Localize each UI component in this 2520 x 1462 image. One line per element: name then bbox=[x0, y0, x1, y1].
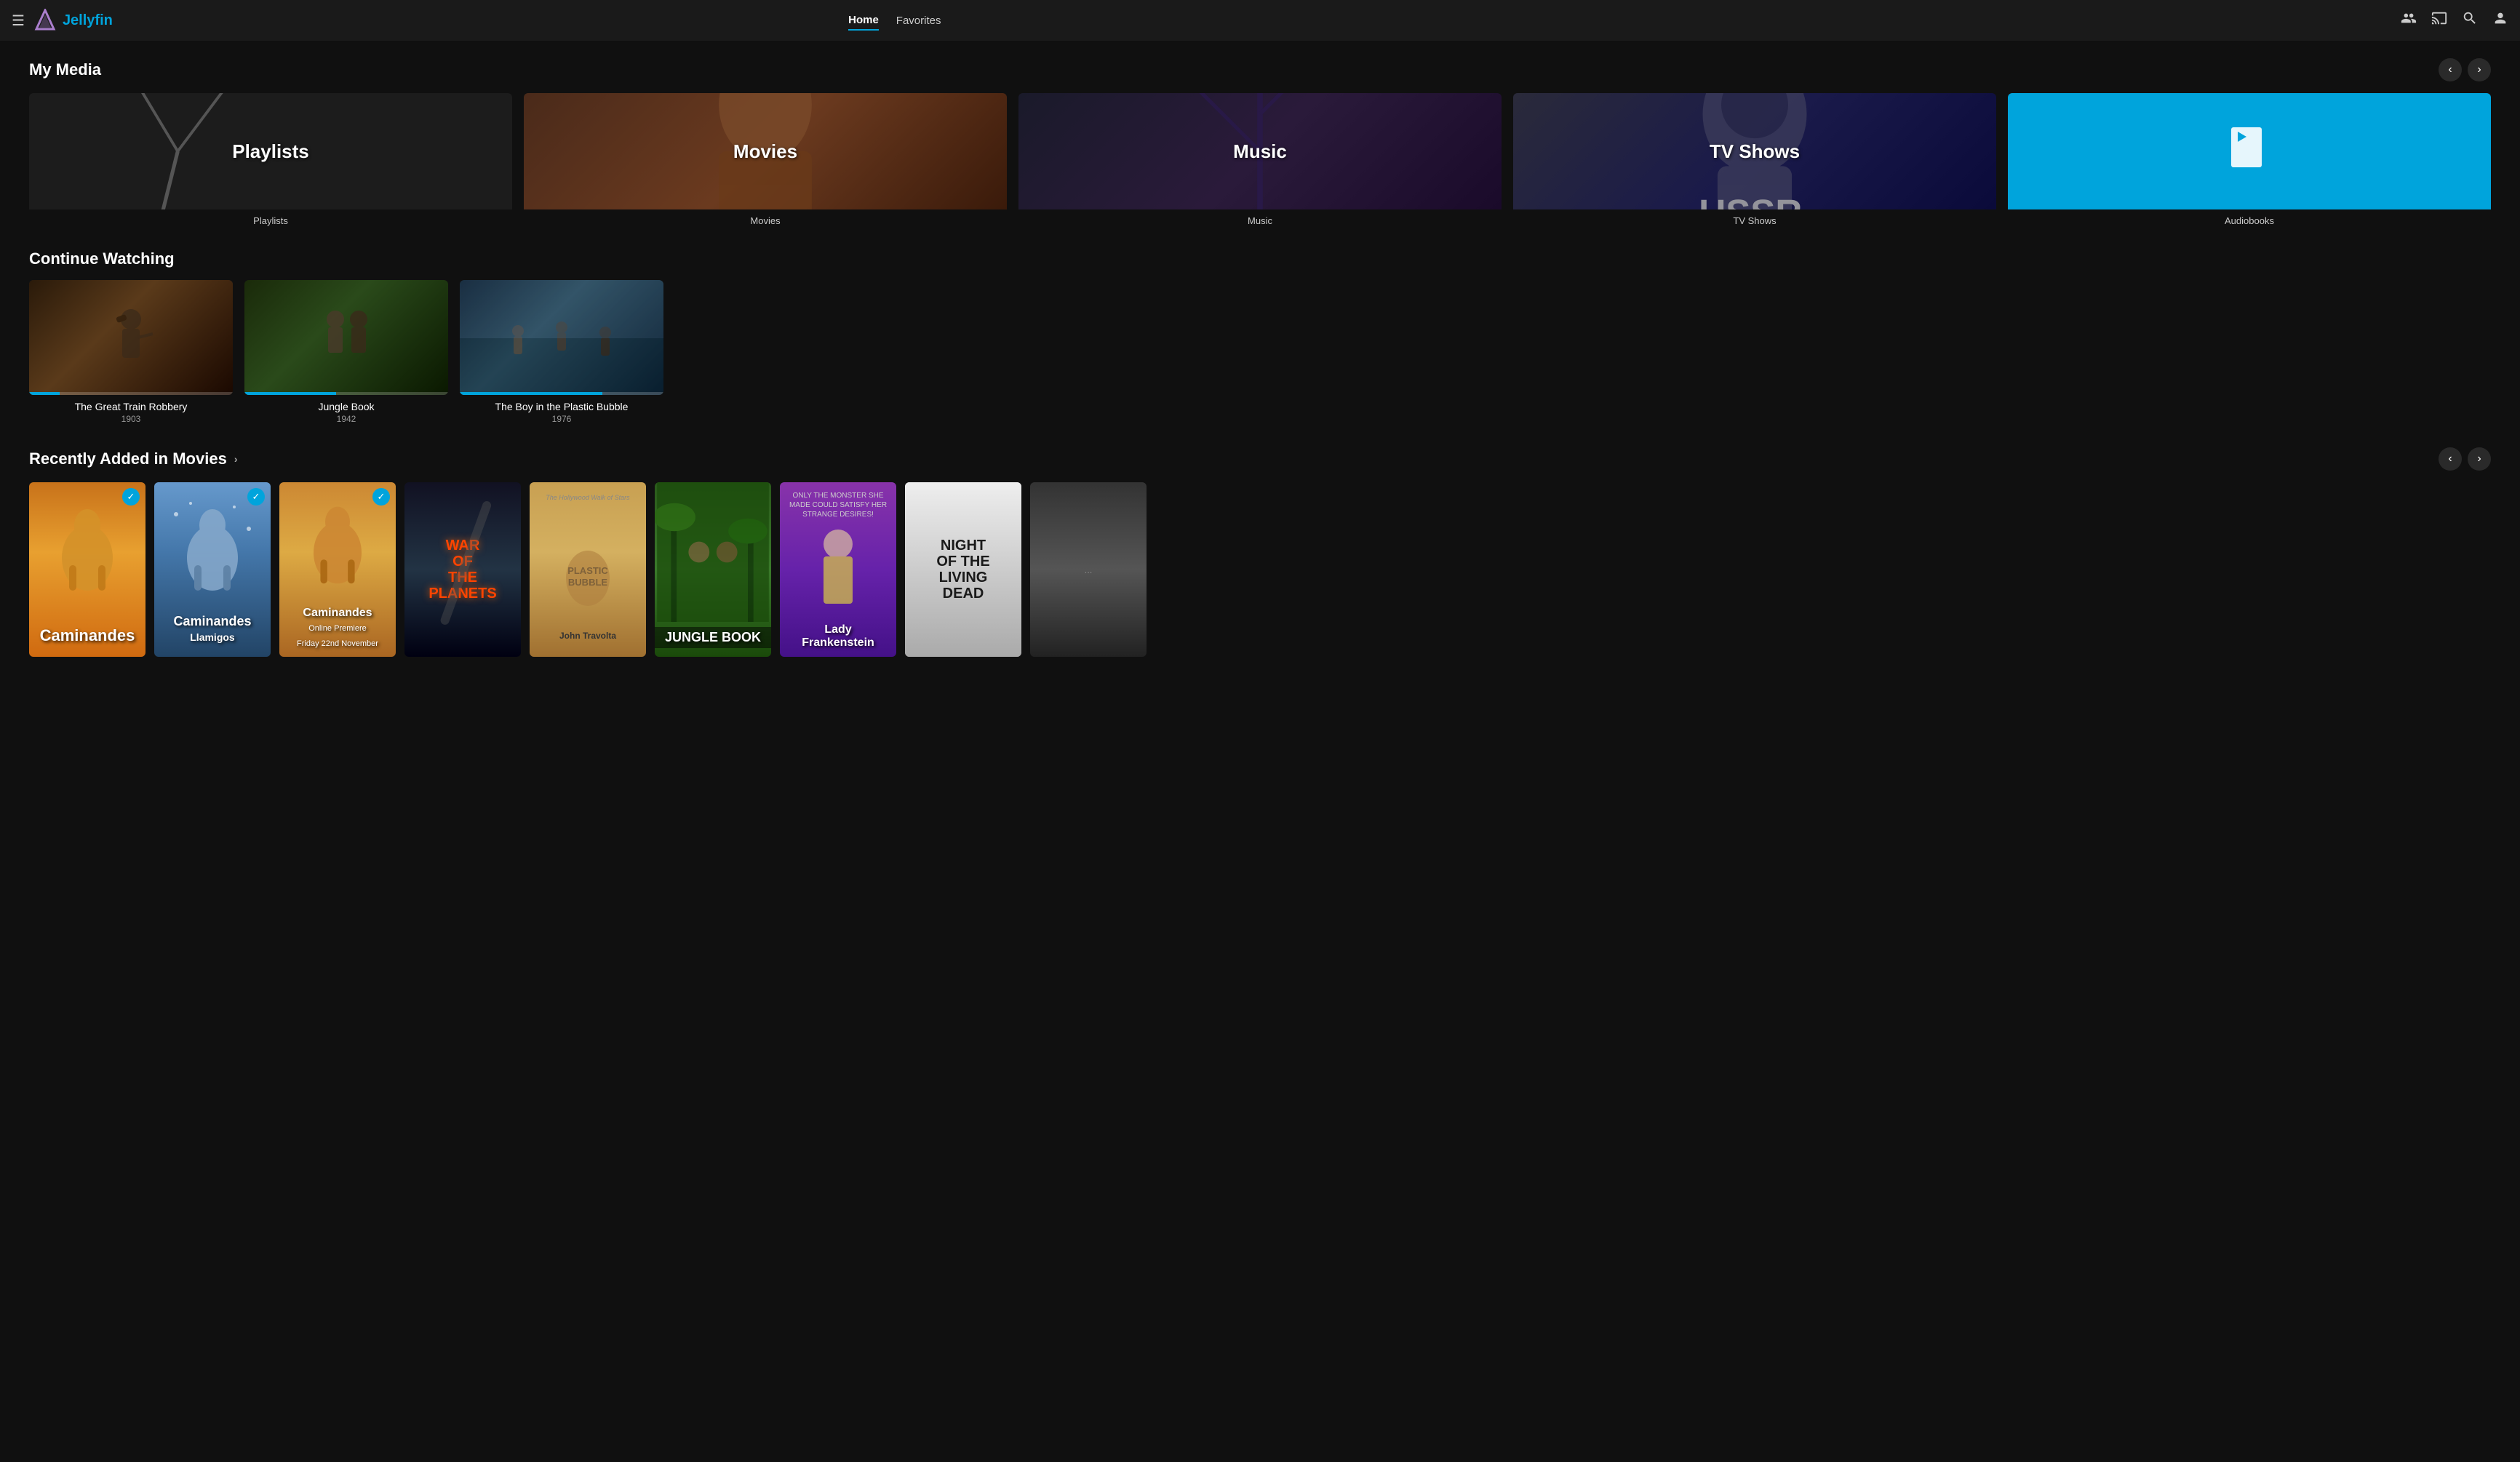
recently-added-prev-button[interactable]: ‹ bbox=[2439, 447, 2462, 471]
watching-title-train: The Great Train Robbery bbox=[29, 401, 233, 412]
logo-text: Jellyfin bbox=[63, 12, 113, 29]
recent-thumb-caminandes1: Caminandes ✓ bbox=[29, 482, 145, 657]
watching-card-train[interactable]: The Great Train Robbery 1903 bbox=[29, 280, 233, 424]
music-title: Music bbox=[1018, 215, 1502, 226]
recently-added-arrows: ‹ › bbox=[2439, 447, 2491, 471]
recent-card-jungle[interactable]: JUNGLE BOOK bbox=[655, 482, 771, 657]
movies-label: Movies bbox=[733, 140, 797, 163]
watching-card-bubble[interactable]: The Boy in the Plastic Bubble 1976 bbox=[460, 280, 663, 424]
recent-card-caminandes1[interactable]: Caminandes ✓ bbox=[29, 482, 145, 657]
recent-card-caminandes2[interactable]: CaminandesLlamigos ✓ bbox=[154, 482, 271, 657]
music-label: Music bbox=[1233, 140, 1287, 163]
recent-thumb-unknown: ... bbox=[1030, 482, 1147, 657]
users-icon[interactable] bbox=[2401, 10, 2417, 31]
watching-card-jungle[interactable]: Jungle Book 1942 bbox=[244, 280, 448, 424]
media-card-tvshows[interactable]: USSR TV Shows TV Shows bbox=[1513, 93, 1996, 226]
recent-card-night[interactable]: NIGHTOF THELIVINGDEAD bbox=[905, 482, 1021, 657]
progress-bar-jungle bbox=[244, 392, 448, 395]
header-nav: Home Favorites bbox=[848, 11, 941, 31]
my-media-section: My Media ‹ › bbox=[29, 58, 2491, 226]
media-card-music[interactable]: Music Music bbox=[1018, 93, 1502, 226]
recent-thumb-caminandes3: CaminandesOnline PremiereFriday 22nd Nov… bbox=[279, 482, 396, 657]
recently-added-title-link[interactable]: Recently Added in Movies › bbox=[29, 450, 237, 468]
my-media-arrows: ‹ › bbox=[2439, 58, 2491, 81]
recent-thumb-bubble: The Hollywood Walk of Stars PLASTICBUBBL… bbox=[530, 482, 646, 657]
recent-thumb-caminandes2: CaminandesLlamigos ✓ bbox=[154, 482, 271, 657]
recently-added-next-button[interactable]: › bbox=[2468, 447, 2491, 471]
my-media-prev-button[interactable]: ‹ bbox=[2439, 58, 2462, 81]
watching-thumb-train bbox=[29, 280, 233, 395]
media-card-movies[interactable]: Movies Movies bbox=[524, 93, 1007, 226]
recent-card-war[interactable]: WAROFTHEPLANETS bbox=[404, 482, 521, 657]
progress-bar-train bbox=[29, 392, 233, 395]
nav-favorites[interactable]: Favorites bbox=[896, 12, 941, 30]
recently-added-section: Recently Added in Movies › ‹ › Caminande… bbox=[29, 447, 2491, 657]
tvshows-label: TV Shows bbox=[1710, 140, 1800, 163]
playlists-title: Playlists bbox=[29, 215, 512, 226]
watching-thumb-jungle bbox=[244, 280, 448, 395]
watching-year-jungle: 1942 bbox=[244, 414, 448, 424]
my-media-next-button[interactable]: › bbox=[2468, 58, 2491, 81]
user-icon[interactable] bbox=[2492, 10, 2508, 31]
watching-year-bubble: 1976 bbox=[460, 414, 663, 424]
watching-title-bubble: The Boy in the Plastic Bubble bbox=[460, 401, 663, 412]
header-left: ☰ Jellyfin bbox=[12, 9, 113, 32]
checkmark-badge-cam1: ✓ bbox=[122, 488, 140, 506]
audiobooks-title: Audiobooks bbox=[2008, 215, 2491, 226]
playlists-label: Playlists bbox=[232, 140, 309, 163]
checkmark-badge-cam3: ✓ bbox=[372, 488, 390, 506]
main-content: My Media ‹ › bbox=[0, 41, 2520, 698]
continue-watching-title: Continue Watching bbox=[29, 249, 175, 268]
search-icon[interactable] bbox=[2462, 10, 2478, 31]
continue-watching-header: Continue Watching bbox=[29, 249, 2491, 268]
my-media-grid: Playlists Playlists Movies Movi bbox=[29, 93, 2491, 226]
jellyfin-logo-svg bbox=[33, 9, 57, 32]
recent-thumb-war: WAROFTHEPLANETS bbox=[404, 482, 521, 657]
recently-added-header: Recently Added in Movies › ‹ › bbox=[29, 447, 2491, 471]
watching-thumb-bubble bbox=[460, 280, 663, 395]
recent-card-caminandes3[interactable]: CaminandesOnline PremiereFriday 22nd Nov… bbox=[279, 482, 396, 657]
recent-card-lady[interactable]: ONLY THE MONSTER SHE MADE COULD SATISFY … bbox=[780, 482, 896, 657]
continue-watching-section: Continue Watching bbox=[29, 249, 2491, 424]
checkmark-badge-cam2: ✓ bbox=[247, 488, 265, 506]
header-right bbox=[2401, 10, 2508, 31]
hamburger-icon[interactable]: ☰ bbox=[12, 12, 25, 30]
recently-added-arrow-icon: › bbox=[234, 453, 238, 465]
recent-card-bubble[interactable]: The Hollywood Walk of Stars PLASTICBUBBL… bbox=[530, 482, 646, 657]
recently-added-title: Recently Added in Movies › bbox=[29, 450, 237, 468]
nav-home[interactable]: Home bbox=[848, 11, 879, 31]
movies-title: Movies bbox=[524, 215, 1007, 226]
cast-icon[interactable] bbox=[2431, 10, 2447, 31]
media-card-playlists[interactable]: Playlists Playlists bbox=[29, 93, 512, 226]
my-media-title: My Media bbox=[29, 60, 101, 79]
watching-grid: The Great Train Robbery 1903 bbox=[29, 280, 2491, 424]
watching-year-train: 1903 bbox=[29, 414, 233, 424]
watching-title-jungle: Jungle Book bbox=[244, 401, 448, 412]
recently-added-grid: Caminandes ✓ CaminandesLlamigos bbox=[29, 482, 2491, 657]
recent-thumb-night: NIGHTOF THELIVINGDEAD bbox=[905, 482, 1021, 657]
recent-card-unknown[interactable]: ... bbox=[1030, 482, 1147, 657]
recent-thumb-lady: ONLY THE MONSTER SHE MADE COULD SATISFY … bbox=[780, 482, 896, 657]
header: ☰ Jellyfin Home Favorites bbox=[0, 0, 2520, 41]
audiobooks-icon bbox=[2228, 126, 2271, 177]
my-media-header: My Media ‹ › bbox=[29, 58, 2491, 81]
progress-bar-bubble bbox=[460, 392, 663, 395]
tvshows-title: TV Shows bbox=[1513, 215, 1996, 226]
logo-container[interactable]: Jellyfin bbox=[33, 9, 113, 32]
recent-thumb-jungle: JUNGLE BOOK bbox=[655, 482, 771, 657]
media-card-audiobooks[interactable]: Audiobooks bbox=[2008, 93, 2491, 226]
